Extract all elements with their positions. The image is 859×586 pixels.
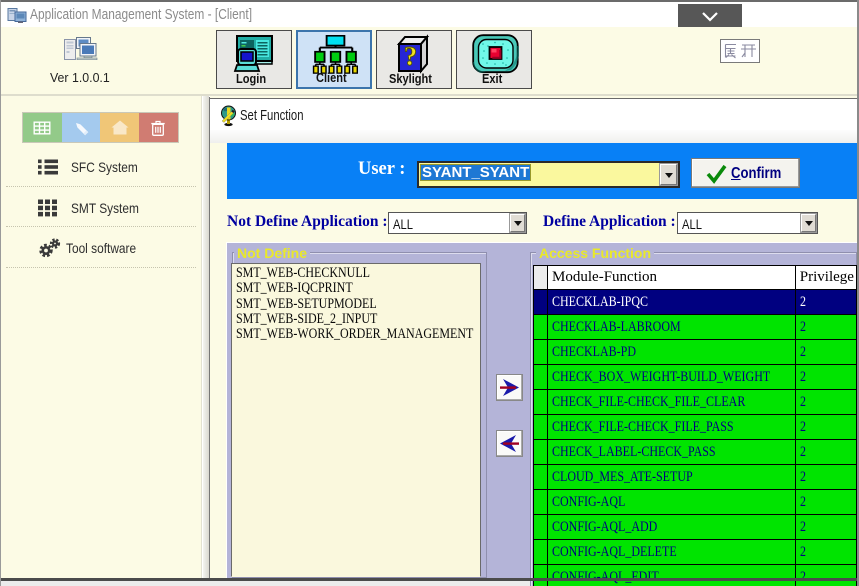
svg-text:?: ? xyxy=(404,41,418,71)
